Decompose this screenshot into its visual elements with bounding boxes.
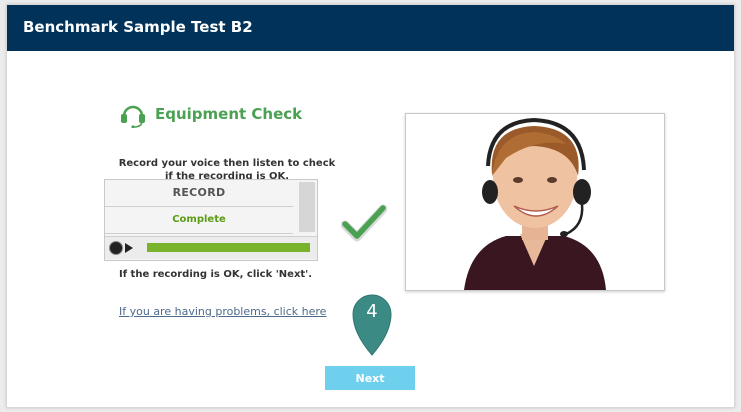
speaker-photo: [405, 113, 665, 291]
record-button[interactable]: RECORD: [105, 180, 293, 207]
playback-progress-bar: [147, 243, 310, 252]
record-icon[interactable]: [109, 241, 123, 255]
playback-controls: [105, 236, 317, 259]
step-marker: 4: [351, 293, 393, 357]
equipment-check-heading: Equipment Check: [119, 101, 319, 131]
instruction-line-1: Record your voice then listen to check: [118, 158, 336, 169]
equipment-check-title: Equipment Check: [155, 105, 303, 123]
step-number: 4: [366, 301, 378, 322]
checkmark-icon: [341, 204, 387, 242]
play-icon[interactable]: [125, 243, 133, 253]
page-title: Benchmark Sample Test B2: [23, 18, 253, 36]
voice-recorder: RECORD Complete: [104, 179, 318, 261]
header-bar: Benchmark Sample Test B2: [7, 5, 734, 51]
confirmation-message: If the recording is OK, click 'Next'.: [119, 269, 313, 280]
test-window: Benchmark Sample Test B2 Equipment Check…: [6, 4, 735, 408]
help-link[interactable]: If you are having problems, click here: [119, 305, 326, 318]
recording-status: Complete: [105, 207, 293, 234]
next-button[interactable]: Next: [325, 366, 415, 390]
headset-icon: [121, 105, 145, 128]
recorder-scrollbar[interactable]: [299, 182, 315, 232]
headset-person-image: [406, 114, 664, 290]
